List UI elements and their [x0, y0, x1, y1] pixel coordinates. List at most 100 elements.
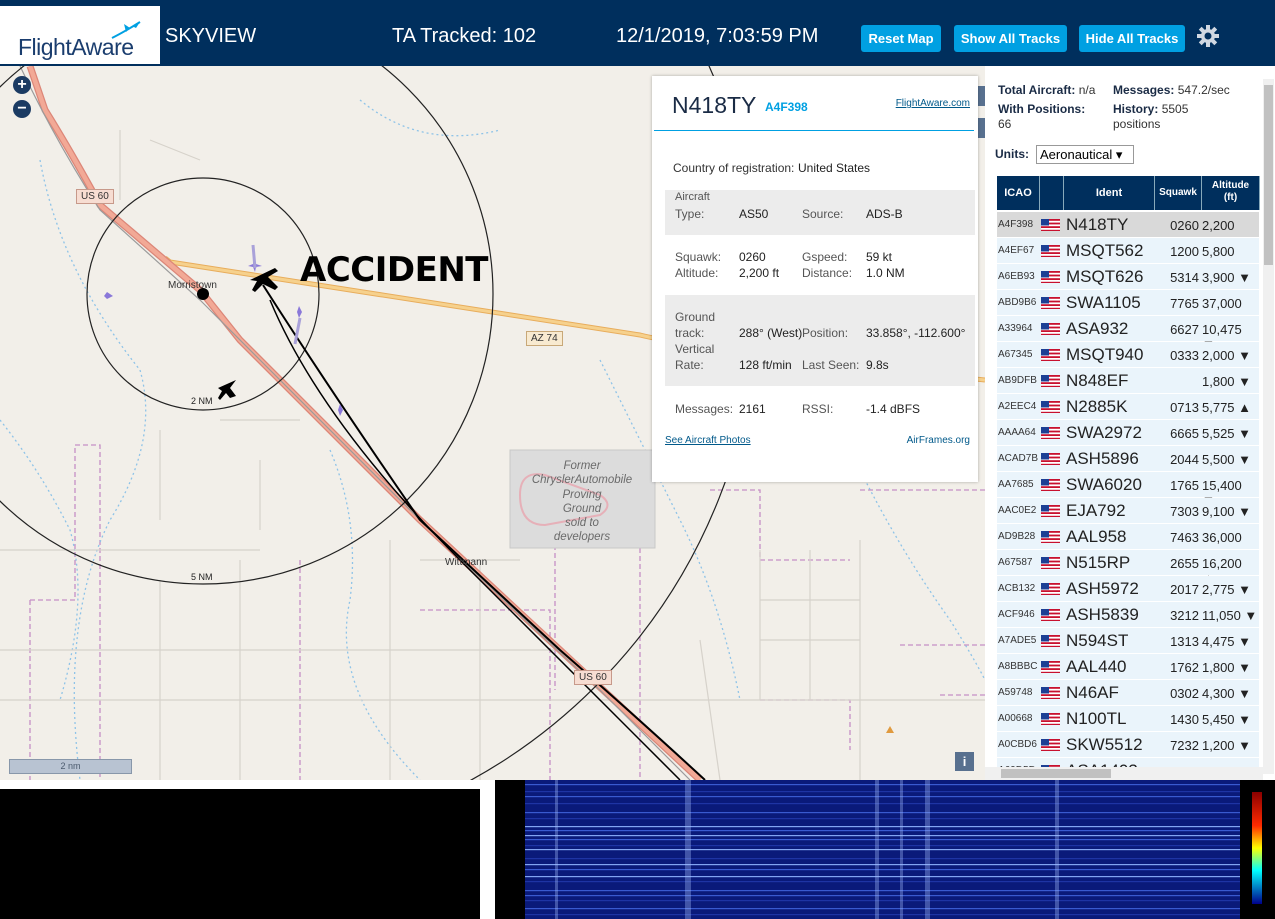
table-row[interactable]: AD9B28 AAL958 7463 36,000	[997, 524, 1259, 550]
us-flag-icon	[1041, 739, 1060, 751]
history-unit: positions	[1113, 117, 1161, 131]
table-row[interactable]: ACB132 ASH5972 2017 2,775 ▼	[997, 576, 1259, 602]
row-altitude: 2,000 ▼	[1202, 348, 1252, 363]
history-stat: History: 5505	[1113, 102, 1189, 116]
flightaware-logo[interactable]: FlightAware	[0, 6, 160, 64]
row-squawk: 1765	[1170, 478, 1199, 493]
row-icao: A0CBD6	[998, 739, 1037, 750]
row-squawk: 7463	[1170, 530, 1199, 545]
gear-icon[interactable]	[1196, 24, 1220, 48]
us-flag-icon	[1041, 271, 1060, 283]
road-shield-us60-south: US 60	[574, 670, 612, 685]
table-row[interactable]: A7ADE5 N594ST 1313 4,475 ▼	[997, 628, 1259, 654]
position-label: Position:	[802, 326, 849, 340]
airframes-link[interactable]: AirFrames.org	[907, 435, 970, 446]
table-row[interactable]: AA7685SWA6020176515,400 ▼	[997, 472, 1259, 508]
total-aircraft-stat: Total Aircraft: n/a	[998, 83, 1096, 97]
altitude-label: Altitude:	[675, 266, 719, 280]
row-altitude: 5,450 ▼	[1202, 712, 1252, 727]
layer-toggle-2[interactable]	[977, 118, 985, 138]
table-row[interactable]: AAAA64 SWA2972 6665 5,525 ▼	[997, 420, 1259, 446]
aircraft-list-panel: Total Aircraft: n/a Messages: 547.2/sec …	[985, 66, 1275, 780]
country-value: United States	[798, 161, 871, 175]
row-squawk: 0302	[1170, 686, 1199, 701]
with-positions-label: With Positions:	[998, 102, 1086, 116]
row-altitude: 36,000	[1202, 530, 1242, 545]
distance-label: Distance:	[802, 266, 853, 280]
table-row[interactable]: A33964ASA932662710,475 ▼	[997, 316, 1259, 352]
aircraft-type-value: AS50	[739, 207, 769, 221]
units-select[interactable]: Aeronautical ▾	[1036, 145, 1134, 164]
row-ident: ASH5839	[1066, 605, 1139, 624]
table-row[interactable]: A2EEC4 N2885K 0713 5,775 ▲	[997, 394, 1259, 420]
table-row[interactable]: A59748 N46AF 0302 4,300 ▼	[997, 680, 1259, 706]
row-altitude: 5,525 ▼	[1202, 426, 1252, 441]
table-row[interactable]: ACF946 ASH5839 3212 11,050 ▼	[997, 602, 1259, 628]
column-altitude[interactable]: Altitude (ft)	[1202, 176, 1260, 210]
zoom-in-button[interactable]: +	[13, 76, 31, 94]
table-row[interactable]: ACAD7B ASH5896 2044 5,500 ▼	[997, 446, 1259, 472]
road-shield-az74: AZ 74	[526, 331, 563, 346]
row-squawk: 2017	[1170, 582, 1199, 597]
horizontal-scroll-thumb[interactable]	[1001, 769, 1111, 778]
column-squawk[interactable]: Squawk	[1155, 176, 1202, 210]
proving-ground-label: Former ChryslerAutomobile Proving Ground…	[531, 460, 633, 544]
map-info-button[interactable]: i	[955, 752, 974, 771]
column-icao[interactable]: ICAO	[997, 176, 1040, 210]
row-icao: AB9DFB	[998, 375, 1037, 386]
row-icao: AAC0E2	[998, 505, 1037, 516]
row-icao: AAAA64	[998, 427, 1036, 438]
row-ident: N418TY	[1066, 215, 1129, 234]
us-flag-icon	[1041, 245, 1060, 257]
layer-toggle-1[interactable]	[977, 86, 985, 106]
horizontal-scrollbar[interactable]	[985, 767, 1263, 780]
table-row[interactable]: A8BBBC AAL440 1762 1,800 ▼	[997, 654, 1259, 680]
row-ident: N46AF	[1066, 683, 1119, 702]
row-ident: ASH5896	[1066, 449, 1139, 468]
vertical-scrollbar[interactable]	[1263, 79, 1274, 774]
row-squawk: 1200	[1170, 244, 1199, 259]
show-all-tracks-button[interactable]: Show All Tracks	[954, 25, 1067, 52]
aircraft-photos-link[interactable]: See Aircraft Photos	[665, 435, 751, 446]
table-row[interactable]: A67345 MSQT940 0333 2,000 ▼	[997, 342, 1259, 368]
top-bar: FlightAware SKYVIEW TA Tracked: 102 12/1…	[0, 0, 1275, 66]
table-row[interactable]: A00668 N100TL 1430 5,450 ▼	[997, 706, 1259, 732]
row-altitude: 4,475 ▼	[1202, 634, 1252, 649]
table-row[interactable]: A0CBD6 SKW5512 7232 1,200 ▼	[997, 732, 1259, 758]
poi-marker	[886, 726, 894, 733]
gspeed-value: 59 kt	[866, 250, 893, 264]
column-ident[interactable]: Ident	[1064, 176, 1155, 210]
table-row[interactable]: ABD9B6 SWA1105 7765 37,000	[997, 290, 1259, 316]
reset-map-button[interactable]: Reset Map	[861, 25, 941, 52]
table-row[interactable]: AAC0E2 EJA792 7303 9,100 ▼	[997, 498, 1259, 524]
hide-all-tracks-button[interactable]: Hide All Tracks	[1079, 25, 1185, 52]
messages-rate-stat: Messages: 547.2/sec	[1113, 83, 1230, 97]
us-flag-icon	[1041, 349, 1060, 361]
row-altitude: 5,800	[1202, 244, 1235, 259]
range-ring-outer	[469, 66, 759, 780]
row-ident: ASH5972	[1066, 579, 1139, 598]
row-altitude: 1,200 ▼	[1202, 738, 1252, 753]
row-ident: SWA2972	[1066, 423, 1142, 442]
selected-aircraft-icon[interactable]	[218, 268, 278, 400]
table-row[interactable]: AB9DFB N848EF 1,800 ▼	[997, 368, 1259, 394]
table-row[interactable]: A67587N515RP265516,200 ▲	[997, 550, 1259, 586]
vertical-scroll-thumb[interactable]	[1264, 85, 1273, 265]
column-flag[interactable]	[1040, 176, 1064, 210]
table-row[interactable]: A6EB93 MSQT626 5314 3,900 ▼	[997, 264, 1259, 290]
accident-annotation: ACCIDENT	[300, 250, 488, 290]
table-row[interactable]: A4F398 N418TY 0260 2,200	[997, 212, 1259, 238]
row-icao: A67587	[998, 557, 1033, 568]
row-altitude: 1,800 ▼	[1202, 660, 1252, 675]
row-ident: SKW5512	[1066, 735, 1143, 754]
ground-track-value: 288° (West)	[739, 326, 803, 340]
row-squawk: 2044	[1170, 452, 1199, 467]
table-row[interactable]: A4EF67 MSQT562 1200 5,800	[997, 238, 1259, 264]
row-icao: A4EF67	[998, 245, 1035, 256]
flightaware-link[interactable]: FlightAware.com	[896, 98, 970, 109]
row-ident: MSQT940	[1066, 345, 1144, 364]
row-ident: N848EF	[1066, 371, 1129, 390]
row-icao: ACAD7B	[998, 453, 1039, 464]
zoom-out-button[interactable]: −	[13, 100, 31, 118]
source-value: ADS-B	[866, 207, 903, 221]
